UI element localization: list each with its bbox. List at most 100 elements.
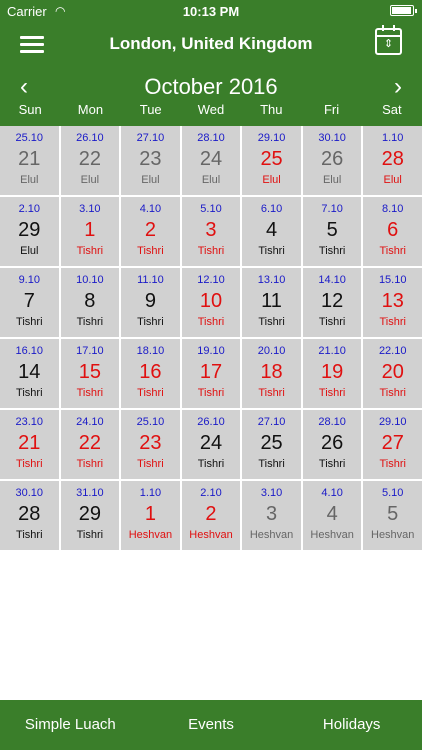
weekday-label: Sat bbox=[382, 102, 402, 117]
calendar-day-cell[interactable]: 5.10 3 Tishri bbox=[181, 197, 241, 266]
calendar-day-cell[interactable]: 1.10 1 Heshvan bbox=[121, 481, 180, 550]
gregorian-date: 17.10 bbox=[76, 345, 104, 357]
gregorian-date: 3.10 bbox=[260, 487, 283, 499]
calendar-picker-icon[interactable]: ⇕ bbox=[375, 25, 402, 55]
gregorian-date: 25.10 bbox=[136, 416, 165, 428]
gregorian-date: 31.10 bbox=[76, 487, 104, 499]
gregorian-date: 29.10 bbox=[378, 416, 407, 428]
calendar-day-cell[interactable]: 16.10 14 Tishri bbox=[0, 339, 59, 408]
calendar-day-cell[interactable]: 13.10 11 Tishri bbox=[242, 268, 301, 337]
hebrew-month: Heshvan bbox=[128, 529, 173, 541]
gregorian-date: 26.10 bbox=[197, 416, 225, 428]
gregorian-date: 8.10 bbox=[382, 203, 404, 215]
calendar-day-cell[interactable]: 29.10 25 Elul bbox=[242, 126, 301, 195]
calendar-day-cell[interactable]: 28.10 24 Elul bbox=[181, 126, 241, 195]
hebrew-day: 26 bbox=[321, 432, 344, 454]
hebrew-day: 6 bbox=[387, 219, 399, 241]
calendar-day-cell[interactable]: 28.10 26 Tishri bbox=[302, 410, 362, 479]
calendar-day-cell[interactable]: 2.10 29 Elul bbox=[0, 197, 59, 266]
hebrew-month: Elul bbox=[322, 174, 342, 186]
calendar-day-cell[interactable]: 27.10 25 Tishri bbox=[242, 410, 301, 479]
hebrew-day: 24 bbox=[199, 148, 223, 170]
hebrew-month: Tishri bbox=[318, 316, 346, 328]
next-month-button[interactable]: › bbox=[394, 72, 402, 102]
calendar-day-cell[interactable]: 4.10 4 Heshvan bbox=[302, 481, 362, 550]
weekday-label: Sun bbox=[18, 102, 42, 117]
calendar-day-cell[interactable]: 10.10 8 Tishri bbox=[60, 268, 120, 337]
gregorian-date: 4.10 bbox=[321, 487, 343, 499]
calendar-day-cell[interactable]: 8.10 6 Tishri bbox=[363, 197, 422, 266]
hebrew-month: Tishri bbox=[76, 387, 104, 399]
calendar-day-cell[interactable]: 26.10 24 Tishri bbox=[181, 410, 241, 479]
calendar-day-cell[interactable]: 1.10 28 Elul bbox=[363, 126, 422, 195]
gregorian-date: 20.10 bbox=[257, 345, 286, 357]
weekday-label: Mon bbox=[77, 102, 104, 117]
hebrew-day: 8 bbox=[84, 290, 96, 312]
hebrew-day: 16 bbox=[139, 361, 162, 383]
gregorian-date: 18.10 bbox=[136, 345, 165, 357]
hebrew-month: Tishri bbox=[379, 245, 406, 257]
calendar-day-cell[interactable]: 29.10 27 Tishri bbox=[363, 410, 422, 479]
calendar-day-cell[interactable]: 14.10 12 Tishri bbox=[302, 268, 362, 337]
hebrew-day: 22 bbox=[78, 148, 101, 170]
calendar-day-cell[interactable]: 12.10 10 Tishri bbox=[181, 268, 241, 337]
hebrew-month: Tishri bbox=[197, 316, 225, 328]
calendar-grid: 25.10 21 Elul 26.10 22 Elul 27.10 23 Elul 28.10 24… bbox=[0, 126, 422, 550]
calendar-day-cell[interactable]: 24.10 22 Tishri bbox=[60, 410, 120, 479]
hebrew-month: Tishri bbox=[137, 245, 164, 257]
hebrew-day: 22 bbox=[78, 432, 101, 454]
gregorian-date: 22.10 bbox=[378, 345, 407, 357]
tab-events[interactable]: Events bbox=[141, 700, 282, 750]
gregorian-date: 11.10 bbox=[137, 274, 164, 286]
calendar-day-cell[interactable]: 31.10 29 Tishri bbox=[60, 481, 120, 550]
hebrew-month: Tishri bbox=[197, 387, 225, 399]
gregorian-date: 1.10 bbox=[382, 132, 404, 144]
hebrew-day: 28 bbox=[381, 148, 404, 170]
calendar-day-cell[interactable]: 17.10 15 Tishri bbox=[60, 339, 120, 408]
hebrew-month: Tishri bbox=[16, 387, 43, 399]
calendar-day-cell[interactable]: 6.10 4 Tishri bbox=[242, 197, 301, 266]
gregorian-date: 29.10 bbox=[257, 132, 286, 144]
calendar-day-cell[interactable]: 3.10 1 Tishri bbox=[60, 197, 120, 266]
calendar-day-cell[interactable]: 15.10 13 Tishri bbox=[363, 268, 422, 337]
hebrew-month: Tishri bbox=[76, 458, 104, 470]
calendar-day-cell[interactable]: 30.10 28 Tishri bbox=[0, 481, 59, 550]
hebrew-month: Tishri bbox=[197, 245, 225, 257]
gregorian-date: 2.10 bbox=[18, 203, 40, 215]
calendar-day-cell[interactable]: 27.10 23 Elul bbox=[121, 126, 180, 195]
gregorian-date: 28.10 bbox=[197, 132, 225, 144]
hebrew-month: Tishri bbox=[258, 458, 285, 470]
hebrew-month: Heshvan bbox=[249, 529, 294, 541]
calendar-day-cell[interactable]: 26.10 22 Elul bbox=[60, 126, 120, 195]
tab-bar: Simple Luach Events Holidays bbox=[0, 700, 422, 750]
calendar-day-cell[interactable]: 22.10 20 Tishri bbox=[363, 339, 422, 408]
calendar-day-cell[interactable]: 18.10 16 Tishri bbox=[121, 339, 180, 408]
calendar-day-cell[interactable]: 19.10 17 Tishri bbox=[181, 339, 241, 408]
hebrew-day: 3 bbox=[205, 219, 217, 241]
calendar-day-cell[interactable]: 2.10 2 Heshvan bbox=[181, 481, 241, 550]
calendar-day-cell[interactable]: 7.10 5 Tishri bbox=[302, 197, 362, 266]
calendar-day-cell[interactable]: 3.10 3 Heshvan bbox=[242, 481, 301, 550]
hebrew-day: 13 bbox=[381, 290, 404, 312]
hebrew-day: 26 bbox=[321, 148, 344, 170]
hebrew-day: 24 bbox=[199, 432, 223, 454]
gregorian-date: 24.10 bbox=[76, 416, 104, 428]
calendar-day-cell[interactable]: 21.10 19 Tishri bbox=[302, 339, 362, 408]
weekday-label: Wed bbox=[197, 102, 225, 117]
app-header: London, United Kingdom ⇕ ‹ October 2016 … bbox=[0, 22, 422, 126]
hebrew-month: Tishri bbox=[379, 316, 406, 328]
calendar-day-cell[interactable]: 11.10 9 Tishri bbox=[121, 268, 180, 337]
calendar-day-cell[interactable]: 25.10 21 Elul bbox=[0, 126, 59, 195]
calendar-day-cell[interactable]: 4.10 2 Tishri bbox=[121, 197, 180, 266]
hebrew-day: 4 bbox=[266, 219, 278, 241]
gregorian-date: 26.10 bbox=[76, 132, 104, 144]
calendar-day-cell[interactable]: 23.10 21 Tishri bbox=[0, 410, 59, 479]
hebrew-month: Elul bbox=[262, 174, 281, 186]
calendar-day-cell[interactable]: 20.10 18 Tishri bbox=[242, 339, 301, 408]
tab-holidays[interactable]: Holidays bbox=[281, 700, 422, 750]
calendar-day-cell[interactable]: 30.10 26 Elul bbox=[302, 126, 362, 195]
calendar-day-cell[interactable]: 5.10 5 Heshvan bbox=[363, 481, 422, 550]
calendar-day-cell[interactable]: 25.10 23 Tishri bbox=[121, 410, 180, 479]
calendar-day-cell[interactable]: 9.10 7 Tishri bbox=[0, 268, 59, 337]
tab-simple-luach[interactable]: Simple Luach bbox=[0, 700, 141, 750]
